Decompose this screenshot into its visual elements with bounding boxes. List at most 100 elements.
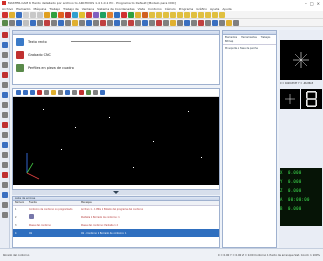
tool-icon[interactable] [72,11,78,18]
menu-item[interactable]: Cálculo [165,7,176,11]
undo-icon[interactable] [30,11,36,18]
draw-tool-icon[interactable] [93,19,99,26]
palette-tool-icon[interactable] [1,122,8,128]
close-icon[interactable]: × [317,1,320,6]
menu-item[interactable]: Sistema de Coordenadas [97,7,134,11]
open-folder-icon[interactable] [9,11,15,18]
menu-item[interactable]: Ayuda [222,7,231,11]
tool-icon[interactable] [100,11,106,18]
palette-tool-icon[interactable] [1,152,8,158]
tab-bitmap[interactable]: Bitmap [225,40,233,43]
tool-icon[interactable] [163,11,169,18]
palette-tool-icon[interactable] [1,142,8,148]
draw-tool-icon[interactable] [205,19,211,26]
draw-tool-icon[interactable] [142,19,148,26]
program-row[interactable]: Grabado CNC [13,48,219,61]
tool-icon[interactable] [121,11,127,18]
table-row[interactable]: 1 Contorno de contorno no programado Arc… [13,205,219,213]
draw-tool-icon[interactable] [30,19,36,26]
palette-tool-icon[interactable] [1,182,8,188]
program-row[interactable]: Texto recto [13,35,219,48]
tree-item[interactable]: Mi soporte o fresa de parche [223,45,276,52]
tool-icon[interactable] [93,11,99,18]
tool-icon[interactable] [177,11,183,18]
tool-icon[interactable] [184,11,190,18]
zoom-in-icon[interactable] [16,90,21,95]
tool-icon[interactable] [86,11,92,18]
palette-tool-icon[interactable] [1,212,8,218]
draw-tool-icon[interactable] [149,19,155,26]
tool-icon[interactable] [149,11,155,18]
menu-item[interactable]: Archivo [2,7,13,11]
draw-tool-icon[interactable] [226,19,232,26]
menu-item[interactable]: Gráfico [196,7,207,11]
tab-jobs[interactable]: Trabajos [261,36,271,39]
maximize-icon[interactable]: □ [310,1,314,6]
view-tool-icon[interactable] [100,90,105,95]
draw-tool-icon[interactable] [100,19,106,26]
draw-tool-icon[interactable] [135,19,141,26]
draw-tool-icon[interactable] [114,19,120,26]
view-tool-icon[interactable] [79,90,84,95]
draw-tool-icon[interactable] [72,19,78,26]
tool-icon[interactable] [142,11,148,18]
draw-tool-icon[interactable] [219,19,225,26]
draw-tool-icon[interactable] [44,19,50,26]
palette-tool-icon[interactable] [1,102,8,108]
palette-tool-icon[interactable] [1,92,8,98]
draw-tool-icon[interactable] [58,19,64,26]
tool-icon[interactable] [170,11,176,18]
tool-icon[interactable] [219,11,225,18]
table-row-selected[interactable]: 4 Ok Ok - Contorno 1 Borrado de contorno… [13,229,219,237]
new-file-icon[interactable] [2,11,8,18]
palette-tool-icon[interactable] [1,82,8,88]
tool-icon[interactable] [191,11,197,18]
palette-tool-icon[interactable] [1,62,8,68]
draw-tool-icon[interactable] [86,19,92,26]
table-row[interactable]: 3 Pausa del contorno Pausa del contorno:… [13,221,219,229]
preview-viewport[interactable] [280,40,322,80]
view-tool-icon[interactable] [86,90,91,95]
zoom-fit-icon[interactable] [30,90,35,95]
draw-tool-icon[interactable] [51,19,57,26]
menu-item[interactable]: Máquina [33,7,46,11]
draw-tool-icon[interactable] [107,19,113,26]
palette-tool-icon[interactable] [1,132,8,138]
draw-tool-icon[interactable] [37,19,43,26]
menu-item[interactable]: Ventana [82,7,94,11]
menu-item[interactable]: Elemento [16,7,30,11]
palette-tool-icon[interactable] [1,32,8,38]
draw-tool-icon[interactable] [23,19,29,26]
menu-item[interactable]: Trabajo [49,7,60,11]
draw-tool-icon[interactable] [16,19,22,26]
table-row[interactable]: 2 Pantalla 1 Borrado de contorno: 1 [13,213,219,221]
draw-tool-icon[interactable] [9,19,15,26]
draw-tool-icon[interactable] [79,19,85,26]
menu-item[interactable]: Ayuda [210,7,219,11]
minimize-icon[interactable]: – [305,1,307,6]
view-tool-icon[interactable] [72,90,77,95]
draw-tool-icon[interactable] [198,19,204,26]
draw-tool-icon[interactable] [2,19,8,26]
redo-icon[interactable] [37,11,43,18]
draw-tool-icon[interactable] [170,19,176,26]
tool-icon[interactable] [198,11,204,18]
draw-tool-icon[interactable] [191,19,197,26]
draw-tool-icon[interactable] [121,19,127,26]
palette-tool-icon[interactable] [1,112,8,118]
palette-tool-icon[interactable] [1,72,8,78]
draw-tool-icon[interactable] [163,19,169,26]
palette-tool-icon[interactable] [1,162,8,168]
save-icon[interactable] [16,11,22,18]
draw-tool-icon[interactable] [233,19,239,26]
zoom-out-icon[interactable] [23,90,28,95]
menu-item[interactable]: Contorno [148,7,162,11]
palette-tool-icon[interactable] [1,192,8,198]
view-tool-icon[interactable] [51,90,56,95]
tool-icon[interactable] [135,11,141,18]
tool-icon[interactable] [205,11,211,18]
tool-icon[interactable] [128,11,134,18]
tool-icon[interactable] [156,11,162,18]
view-tool-icon[interactable] [58,90,63,95]
draw-tool-icon[interactable] [184,19,190,26]
